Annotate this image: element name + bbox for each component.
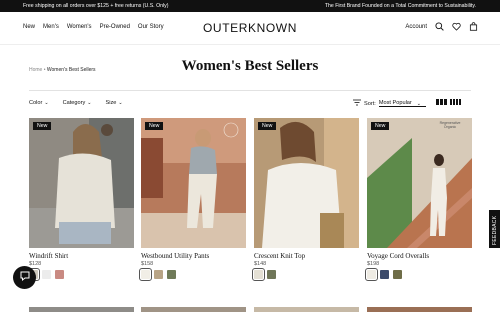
color-swatch[interactable]: [252, 268, 265, 281]
chevron-down-icon: ⌄: [118, 100, 123, 106]
chevron-down-icon: ⌄: [87, 100, 92, 106]
chevron-down-icon: ⌄: [44, 100, 49, 106]
product-card[interactable]: New Windrift Shirt $128: [27, 118, 134, 281]
product-price: $148: [254, 261, 267, 267]
product-name[interactable]: Windrift Shirt: [29, 252, 134, 260]
product-price: $128: [29, 261, 42, 267]
regenerative-organic-seal: Regenerative Organic: [439, 121, 461, 129]
product-card[interactable]: New Crescent Knit Top $148: [252, 118, 359, 281]
color-swatch[interactable]: [267, 270, 276, 279]
filter-size-label: Size: [105, 100, 117, 106]
sort-icon: [353, 99, 361, 108]
bag-icon[interactable]: [469, 22, 478, 31]
color-swatch[interactable]: [365, 268, 378, 281]
feedback-label: FEEDBACK: [492, 215, 498, 245]
product-name[interactable]: Voyage Cord Overalls: [367, 252, 472, 260]
product-image[interactable]: New: [29, 118, 134, 248]
search-icon[interactable]: [435, 22, 444, 31]
product-name[interactable]: Westbound Utility Pants: [141, 252, 246, 260]
color-swatches: [27, 268, 134, 281]
product-image[interactable]: [29, 307, 134, 312]
promo-bar: Free shipping on all orders over $125 + …: [0, 0, 500, 12]
color-swatches: [365, 268, 472, 281]
product-image[interactable]: New: [141, 118, 246, 248]
grid-view-toggle: [436, 99, 461, 105]
color-swatch[interactable]: [380, 270, 389, 279]
site-header: New Men's Women's Pre-Owned Our Story OU…: [0, 12, 500, 45]
filter-category-label: Category: [62, 100, 86, 106]
product-name[interactable]: Crescent Knit Top: [254, 252, 359, 260]
sort-control[interactable]: Sort: Most Popular ⌄: [353, 99, 426, 108]
product-image[interactable]: New: [254, 118, 359, 248]
product-image[interactable]: [367, 307, 472, 312]
product-price: $198: [367, 261, 380, 267]
product-card[interactable]: New Westbound Utility Pants $158: [139, 118, 246, 281]
filter-size[interactable]: Size ⌄: [105, 100, 122, 106]
chat-icon: [19, 269, 31, 287]
account-link[interactable]: Account: [405, 24, 427, 30]
product-image[interactable]: New Regenerative Organic: [367, 118, 472, 248]
filter-bar: Color ⌄ Category ⌄ Size ⌄: [29, 100, 123, 106]
new-badge: New: [33, 122, 52, 130]
view-four-column-icon[interactable]: [450, 99, 461, 105]
page-title: Women's Best Sellers: [181, 58, 319, 74]
product-card[interactable]: New Regenerative Organic Voyage Cord Ove…: [365, 118, 472, 281]
filter-color-label: Color: [29, 100, 43, 106]
color-swatch[interactable]: [167, 270, 176, 279]
heart-icon[interactable]: [452, 22, 461, 31]
header-utilities: Account: [405, 22, 478, 31]
color-swatch[interactable]: [55, 270, 64, 279]
color-swatches: [252, 268, 359, 281]
new-badge: New: [258, 122, 277, 130]
color-swatch[interactable]: [42, 270, 51, 279]
chat-button[interactable]: [13, 266, 36, 289]
color-swatch[interactable]: [393, 270, 402, 279]
filter-category[interactable]: Category ⌄: [63, 100, 92, 106]
new-badge: New: [145, 122, 164, 130]
view-three-column-icon[interactable]: [436, 99, 447, 105]
chevron-down-icon: ⌄: [416, 100, 421, 107]
sort-label: Sort:: [364, 100, 376, 107]
promo-text-left: Free shipping on all orders over $125 + …: [23, 3, 169, 9]
product-image[interactable]: [141, 307, 246, 312]
product-price: $158: [141, 261, 154, 267]
color-swatches: [139, 268, 246, 281]
color-swatch[interactable]: [154, 270, 163, 279]
divider: [29, 90, 471, 91]
promo-text-right: The First Brand Founded on a Total Commi…: [324, 3, 476, 9]
feedback-tab[interactable]: FEEDBACK: [489, 210, 500, 248]
new-badge: New: [371, 122, 390, 130]
filter-color[interactable]: Color ⌄: [29, 100, 49, 106]
product-image[interactable]: [254, 307, 359, 312]
color-swatch[interactable]: [139, 268, 152, 281]
